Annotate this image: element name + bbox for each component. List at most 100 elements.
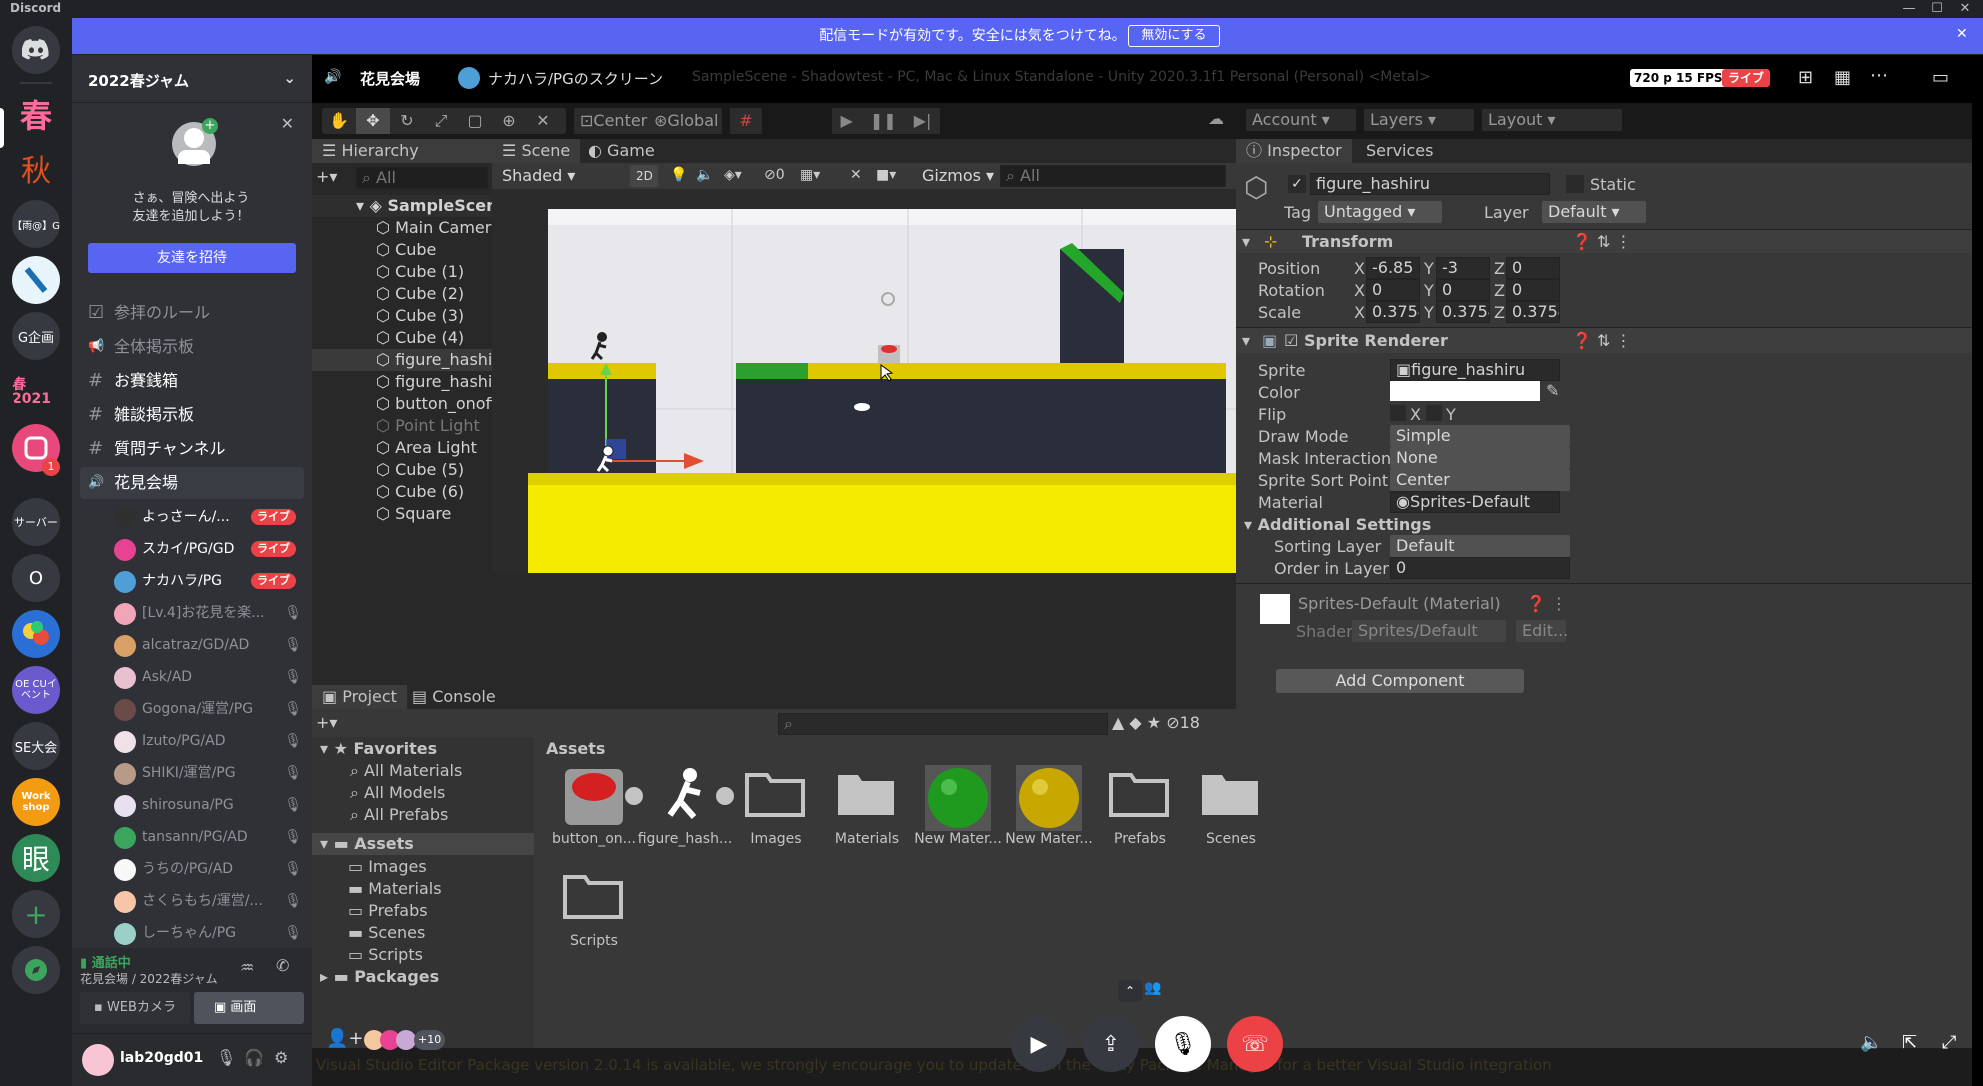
asset-item[interactable]: Images bbox=[728, 765, 824, 847]
project-add-button[interactable]: +▾ bbox=[316, 713, 337, 732]
volume-icon[interactable]: 🔈 bbox=[1860, 1032, 1882, 1053]
asset-item[interactable]: Prefabs bbox=[1092, 765, 1188, 847]
hidden-objects-icon[interactable]: ⊘0 bbox=[764, 167, 785, 183]
rotation-y-input[interactable]: 0 bbox=[1436, 279, 1490, 301]
hierarchy-item[interactable]: ⬡ Main Camera bbox=[312, 217, 501, 239]
project-search-input[interactable]: ⌕ bbox=[778, 713, 1108, 735]
tag-dropdown[interactable]: Untagged ▾ bbox=[1318, 201, 1442, 223]
static-checkbox[interactable] bbox=[1566, 175, 1584, 193]
hierarchy-item[interactable]: ⬡ figure_hashiru (1) bbox=[312, 371, 537, 393]
asset-item[interactable]: Scenes bbox=[1183, 765, 1279, 847]
add-to-call-icon[interactable]: ⊞ bbox=[1798, 67, 1813, 88]
guild-workshop[interactable]: Work shop bbox=[12, 778, 60, 826]
order-in-layer-input[interactable]: 0 bbox=[1390, 557, 1570, 579]
more-options-icon[interactable]: ⋯ bbox=[1870, 65, 1888, 86]
user-avatar[interactable] bbox=[82, 1044, 114, 1076]
invite-close-button[interactable]: ✕ bbox=[281, 114, 294, 133]
effects-toggle-icon[interactable]: ◈▾ bbox=[724, 167, 742, 183]
tree-scenes[interactable]: ▬ Scenes bbox=[348, 923, 425, 942]
invite-to-call-icon[interactable]: 👤+ bbox=[326, 1028, 364, 1049]
snap-icon[interactable]: # bbox=[730, 108, 762, 134]
scale-tool-icon[interactable]: ⤢ bbox=[424, 108, 458, 134]
popout-icon[interactable]: ⇱ bbox=[1902, 1032, 1917, 1053]
position-x-input[interactable]: -6.85 bbox=[1366, 257, 1420, 279]
rotation-z-input[interactable]: 0 bbox=[1506, 279, 1560, 301]
tree-prefabs[interactable]: ▭ Prefabs bbox=[348, 901, 428, 920]
inbox-icon[interactable]: ▭ bbox=[1932, 67, 1949, 88]
object-name-input[interactable]: figure_hashiru bbox=[1310, 173, 1550, 195]
layout-dropdown[interactable]: Layout ▾ bbox=[1482, 109, 1622, 131]
hierarchy-item[interactable]: ⬡ Cube (3) bbox=[312, 305, 492, 327]
play-button[interactable]: ▶ bbox=[841, 108, 853, 134]
move-tool-icon[interactable]: ✥ bbox=[356, 108, 390, 134]
explore-servers-icon[interactable] bbox=[12, 946, 60, 994]
voice-user-item[interactable]: うちの/PG/AD 🎙 bbox=[110, 854, 306, 884]
tools-icon[interactable]: ✕ bbox=[850, 167, 862, 183]
packages-folder[interactable]: ▸ ▬ Packages bbox=[320, 967, 439, 986]
rotation-x-input[interactable]: 0 bbox=[1366, 279, 1420, 301]
close-window-button[interactable]: ✕ bbox=[1953, 0, 1977, 18]
sort-point-dropdown[interactable]: Center bbox=[1390, 469, 1570, 491]
shading-mode-dropdown[interactable]: Shaded ▾ bbox=[496, 165, 620, 187]
rotate-tool-icon[interactable]: ↻ bbox=[390, 108, 424, 134]
camera-icon[interactable]: ■▾ bbox=[876, 167, 896, 183]
position-z-input[interactable]: 0 bbox=[1506, 257, 1560, 279]
participants-icon[interactable]: 👥 bbox=[1144, 980, 1161, 996]
tab-inspector[interactable]: ⓘ Inspector bbox=[1236, 139, 1352, 163]
voice-user-item[interactable]: tansann/PG/AD 🎙 bbox=[110, 822, 306, 852]
favorites-folder[interactable]: ▾ ★ Favorites bbox=[320, 739, 437, 758]
eyedropper-icon[interactable]: ✎ bbox=[1546, 381, 1559, 400]
add-server-button[interactable]: + bbox=[12, 890, 60, 938]
fullscreen-icon[interactable]: ⤢ bbox=[1942, 1032, 1956, 1053]
hierarchy-item[interactable]: ⬡ figure_hashiru bbox=[312, 349, 509, 371]
tree-images[interactable]: ▭ Images bbox=[348, 857, 427, 876]
tab-game[interactable]: ◐ Game bbox=[578, 139, 665, 163]
voice-user-item[interactable]: SHIKI/運営/PG 🎙 bbox=[110, 758, 306, 788]
channel-announcements[interactable]: 📢 全体掲示板 bbox=[80, 331, 304, 363]
voice-user-item[interactable]: スカイ/PG/GD ライブ bbox=[110, 534, 306, 564]
fav-all-materials[interactable]: ⌕ All Materials bbox=[350, 761, 462, 781]
minimize-button[interactable]: — bbox=[1897, 0, 1921, 18]
tab-console[interactable]: ▤ Console bbox=[402, 685, 506, 709]
settings-gear-icon[interactable]: ⚙ bbox=[274, 1048, 288, 1067]
scene-root-row[interactable]: ▾ ◈ SampleScene* bbox=[312, 195, 517, 217]
tab-hierarchy[interactable]: ☰ Hierarchy bbox=[312, 139, 492, 163]
hierarchy-item[interactable]: ⬡ Cube (6) bbox=[312, 481, 492, 503]
hierarchy-add-button[interactable]: +▾ bbox=[316, 167, 337, 186]
guild-haru[interactable]: 春 bbox=[12, 90, 60, 138]
hand-tool-icon[interactable]: ✋ bbox=[322, 108, 356, 134]
layer-dropdown[interactable]: Default ▾ bbox=[1542, 201, 1646, 223]
hierarchy-item[interactable]: ⬡ Cube bbox=[312, 239, 492, 261]
sprite-renderer-menu-icon[interactable]: ❓ ⇅ ⋮ bbox=[1572, 331, 1632, 350]
lighting-toggle-icon[interactable]: 💡 bbox=[670, 167, 687, 183]
discord-home-icon[interactable] bbox=[12, 26, 60, 74]
fav-all-models[interactable]: ⌕ All Models bbox=[350, 783, 445, 803]
color-swatch[interactable] bbox=[1390, 381, 1540, 401]
asset-item[interactable]: Scripts bbox=[546, 867, 642, 949]
material-help-icon[interactable]: ❓ ⋮ bbox=[1526, 594, 1567, 613]
guild-colorful-icon[interactable] bbox=[12, 610, 60, 658]
headphones-icon[interactable]: 🎧 bbox=[244, 1048, 264, 1067]
asset-item[interactable]: New Mater... bbox=[1001, 765, 1097, 847]
viewer-avatars[interactable]: +10 bbox=[364, 1030, 446, 1050]
custom-tool-icon[interactable]: ✕ bbox=[526, 108, 560, 134]
cloud-icon[interactable]: ☁ bbox=[1208, 109, 1224, 128]
transform-tool-icon[interactable]: ⊕ bbox=[492, 108, 526, 134]
shader-dropdown[interactable]: Sprites/Default bbox=[1352, 620, 1506, 642]
leave-call-button[interactable]: ☏ bbox=[1227, 1016, 1283, 1072]
channel-rules[interactable]: ☑ 参拝のルール bbox=[80, 297, 304, 329]
voice-user-item[interactable]: しーちゃん/PG 🎙 bbox=[110, 918, 306, 948]
draw-mode-dropdown[interactable]: Simple bbox=[1390, 425, 1570, 447]
voice-channel-hanami[interactable]: 🔊 花見会場 bbox=[80, 467, 304, 499]
scale-z-input[interactable]: 0.3754 bbox=[1506, 301, 1560, 323]
channel-chat[interactable]: # 雑談掲示板 bbox=[80, 399, 304, 431]
assets-folder-row[interactable]: ▾ ▬ Assets bbox=[312, 833, 534, 855]
filter-icons[interactable]: ▲ ◆ ★ ⊘18 bbox=[1112, 713, 1200, 732]
voice-user-item[interactable]: Gogona/運営/PG 🎙 bbox=[110, 694, 306, 724]
voice-user-item[interactable]: [Lv.4]お花見を楽... 🎙 bbox=[110, 598, 306, 628]
account-dropdown[interactable]: Account ▾ bbox=[1246, 109, 1356, 131]
grid-layout-icon[interactable]: ▦ bbox=[1834, 67, 1851, 88]
disconnect-icon[interactable]: ✆ bbox=[276, 956, 289, 975]
channel-osaisen[interactable]: # お賽銭箱 bbox=[80, 365, 304, 397]
tab-services[interactable]: Services bbox=[1356, 139, 1443, 163]
